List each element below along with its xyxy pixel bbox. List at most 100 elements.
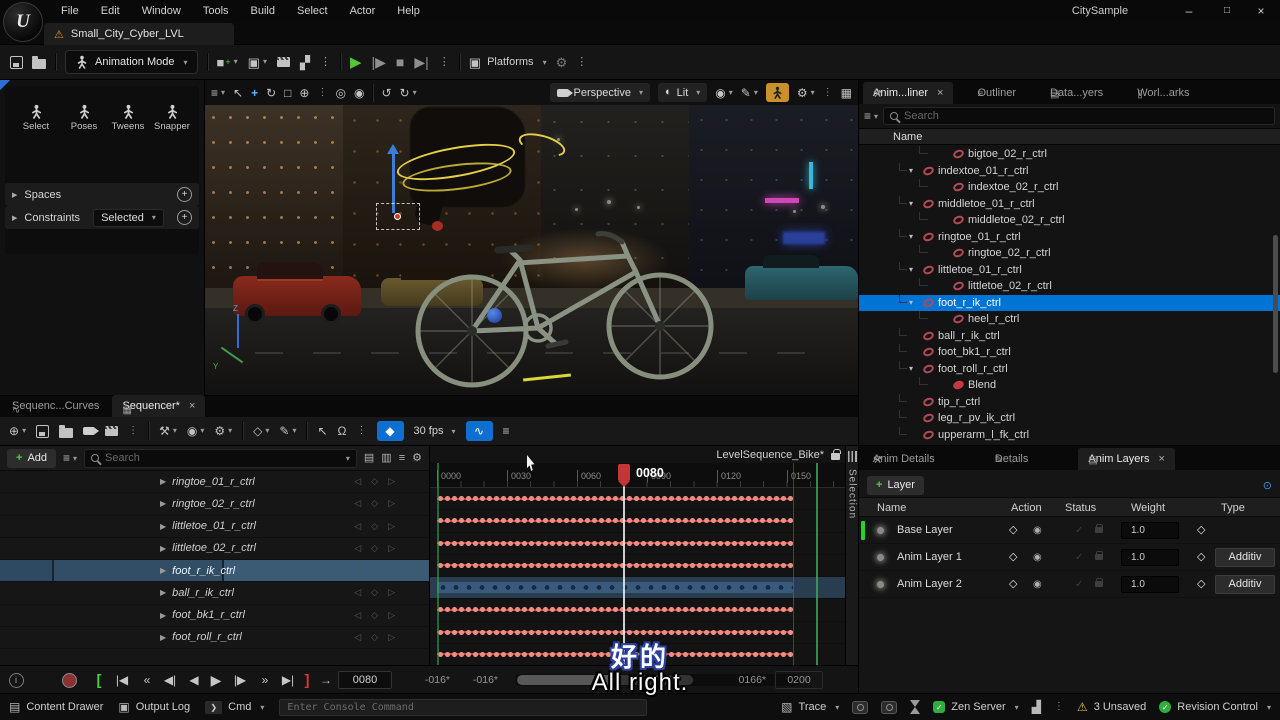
track-filter-icon[interactable]: ≡▾ — [63, 451, 77, 465]
expand-tracks-icon[interactable]: ▥ — [381, 453, 391, 464]
prev-key-icon[interactable]: ◁ — [354, 521, 361, 532]
outliner-view-icon[interactable]: ≡ — [503, 425, 510, 437]
track-expander-icon[interactable]: ▶ — [160, 522, 166, 531]
stats-icon[interactable]: ▟ — [1032, 701, 1041, 713]
layer-key-icon[interactable]: ◇ — [1009, 544, 1017, 571]
menu-item[interactable]: Window — [131, 0, 192, 22]
panel-tab[interactable]: ⚒ Anim Details × — [863, 448, 945, 470]
anim-tool-tweens[interactable]: Tweens — [105, 104, 151, 132]
next-key-icon[interactable]: ▷ — [388, 565, 395, 576]
prev-key-icon[interactable]: ◁ — [354, 565, 361, 576]
layer-key-icon[interactable]: ◇ — [1009, 517, 1017, 544]
keyframe-lane[interactable] — [430, 599, 845, 621]
search-input[interactable]: Search — [883, 107, 1275, 125]
keyframe-lane[interactable] — [430, 555, 845, 577]
restore-button[interactable]: □ — [1212, 0, 1242, 22]
play-options-icon[interactable]: ⋮ — [439, 57, 450, 68]
playback-range-end[interactable] — [816, 463, 818, 665]
menu-item[interactable]: Help — [386, 0, 431, 22]
selection-range-end[interactable] — [793, 463, 794, 665]
control-sphere[interactable] — [487, 308, 502, 323]
trace-dropdown[interactable]: ▧Trace▾ — [781, 701, 839, 713]
playback-options-icon[interactable]: ⚙▾ — [214, 425, 232, 437]
keyframe-lane[interactable] — [430, 577, 845, 599]
platforms-button[interactable]: ▣ Platforms ▾ — [469, 56, 547, 69]
cinematics-icon[interactable] — [277, 57, 290, 67]
cmd-dropdown[interactable]: ❯Cmd▾ — [205, 701, 264, 714]
curve-editor-button[interactable]: ∿ — [466, 421, 493, 441]
sequencer-track[interactable]: ▶ foot_r_ik_ctrl ◁◇▷ — [0, 560, 429, 582]
column-header[interactable]: Weight — [1131, 498, 1165, 518]
track-expander-icon[interactable]: ▶ — [160, 611, 166, 620]
next-key-icon[interactable]: ▷ — [388, 587, 395, 598]
tree-scrollbar[interactable] — [1273, 235, 1278, 373]
anim-tool-snapper[interactable]: Snapper — [149, 104, 195, 132]
track-expander-icon[interactable]: ▶ — [160, 477, 166, 486]
viewport-scene[interactable]: Z Y — [205, 80, 858, 395]
snapshot-icon[interactable] — [852, 701, 868, 714]
next-key-icon[interactable]: ▷ — [388, 543, 395, 554]
stats-overflow-icon[interactable]: ⋮ — [1054, 702, 1064, 712]
expander-icon[interactable]: ▾ — [909, 232, 919, 241]
level-tab[interactable]: ⚠ Small_City_Cyber_LVL — [44, 23, 234, 45]
unreal-logo-icon[interactable]: U — [3, 2, 43, 42]
pivot-point[interactable] — [394, 213, 401, 220]
menu-item[interactable]: Edit — [90, 0, 131, 22]
blueprints-icon[interactable]: ▣▾ — [248, 56, 267, 69]
create-camera-icon[interactable] — [83, 427, 95, 435]
anim-layer-row[interactable]: Base Layer ◇ ◉ ✓ 1.0 ◇ — [859, 517, 1280, 544]
rotation-snap-icon[interactable]: ↺ — [381, 87, 391, 99]
add-key-icon[interactable]: ◇ — [371, 476, 378, 487]
content-drawer-button[interactable]: ▤Content Drawer — [9, 701, 103, 713]
tree-item[interactable]: ▾ indextoe_01_r_ctrl — [859, 163, 1280, 180]
panel-tab[interactable]: ▯ Worl...arks × — [1127, 82, 1199, 104]
weight-key-icon[interactable]: ◇ — [1197, 544, 1205, 571]
playback-range-start[interactable] — [437, 463, 439, 665]
collapse-tracks-icon[interactable]: ▤ — [364, 453, 374, 464]
expand-icon[interactable]: ▶ — [12, 191, 17, 199]
tree-item[interactable]: ▾ bigtoe_02_r_ctrl — [859, 146, 1280, 163]
tree-item[interactable]: ▾ middletoe_01_r_ctrl — [859, 196, 1280, 213]
tree-item[interactable]: ▾ tip_r_ctrl — [859, 394, 1280, 411]
layer-type-button[interactable]: Additiv — [1215, 548, 1275, 567]
sequencer-track[interactable]: ▶ ringtoe_02_r_ctrl ◁◇▷ — [0, 493, 429, 515]
expand-icon[interactable]: ▶ — [12, 214, 17, 222]
menu-item[interactable]: Actor — [339, 0, 387, 22]
keyframe-strip[interactable] — [437, 604, 793, 615]
minimize-button[interactable]: – — [1174, 0, 1204, 22]
stop-button[interactable]: ■ — [396, 55, 404, 69]
tree-item[interactable]: ▾ foot_roll_r_ctrl — [859, 361, 1280, 378]
panel-tab[interactable]: ⚒ Anim...liner × — [863, 82, 953, 104]
snap-overflow-icon[interactable]: ⋮ — [357, 426, 367, 436]
panel-tab[interactable]: ▤ Anim Layers × — [1078, 448, 1175, 470]
add-track-button[interactable]: +Add — [7, 449, 56, 468]
layer-select-icon[interactable]: ◉ — [1033, 517, 1042, 544]
menu-item[interactable]: File — [50, 0, 90, 22]
column-header[interactable]: Status — [1065, 498, 1096, 518]
viewport-overflow-icon[interactable]: ⋮ — [823, 88, 833, 98]
layer-options-icon[interactable]: ⊙ — [1263, 479, 1272, 492]
column-header[interactable]: Action — [1011, 498, 1042, 518]
layer-weight-field[interactable]: 1.0 — [1121, 576, 1179, 593]
panel-tab[interactable]: ✎ Details × — [985, 448, 1039, 470]
fps-dropdown[interactable]: 30 fps▾ — [414, 425, 456, 437]
close-tab-icon[interactable]: × — [1159, 453, 1165, 465]
layer-weight-field[interactable]: 1.0 — [1121, 522, 1179, 539]
save-icon[interactable] — [10, 56, 23, 69]
perspective-dropdown[interactable]: Perspective▾ — [550, 83, 651, 102]
add-key-icon[interactable]: ◇ — [371, 498, 378, 509]
zen-server-dropdown[interactable]: ✓Zen Server▾ — [933, 701, 1018, 713]
tree-item[interactable]: ▾ littletoe_01_r_ctrl — [859, 262, 1280, 279]
edit-mode-icon[interactable]: ↖ — [317, 425, 327, 437]
filter-icon[interactable]: ≡▾ — [864, 109, 878, 123]
track-search-input[interactable]: Search ▾ — [84, 449, 357, 468]
tree-item[interactable]: ▾ ringtoe_02_r_ctrl — [859, 245, 1280, 262]
prev-key-icon[interactable]: ◁ — [354, 476, 361, 487]
lit-mode-dropdown[interactable]: ◐Lit▾ — [658, 83, 707, 102]
tree-item[interactable]: ▾ ball_r_ik_ctrl — [859, 328, 1280, 345]
close-tab-icon[interactable]: × — [189, 400, 195, 412]
move-tool-icon[interactable]: + — [251, 87, 258, 99]
name-column-header[interactable]: Name — [859, 128, 1280, 145]
keyframe-strip[interactable] — [437, 560, 793, 571]
add-constraint-icon[interactable]: + — [177, 210, 192, 225]
